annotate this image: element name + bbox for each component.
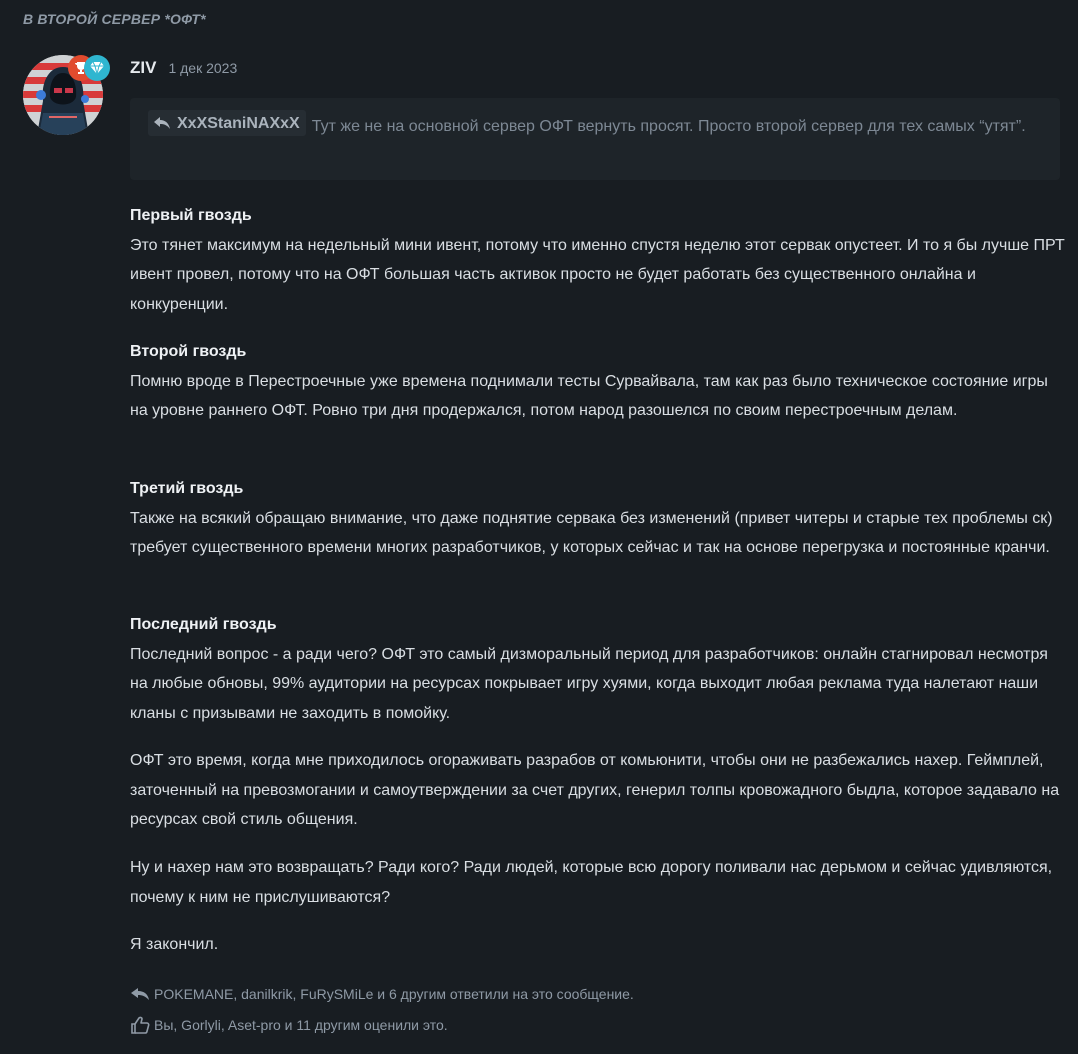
- section-2: Второй гвоздь Помню вроде в Перестроечны…: [130, 337, 1065, 426]
- likes-summary[interactable]: Вы, Gorlyli, Aset-pro и 11 другим оценил…: [130, 1016, 448, 1034]
- replies-summary[interactable]: POKEMANE, danilkrik, FuRySMiLe и 6 други…: [130, 986, 634, 1002]
- section-text: Это тянет максимум на недельный мини иве…: [130, 236, 1065, 313]
- section-heading: Третий гвоздь: [130, 480, 244, 497]
- quote-author-name: XxXStaniNAXxX: [177, 114, 300, 132]
- quote-text[interactable]: Тут же не на основной сервер ОФТ вернуть…: [312, 118, 1026, 135]
- section-text: Также на всякий обращаю внимание, что да…: [130, 509, 1053, 557]
- paragraph: Ну и нахер нам это возвращать? Ради кого…: [130, 859, 1053, 906]
- paragraph: ОФТ это время, когда мне приходилось ого…: [130, 752, 1060, 828]
- thread-heading[interactable]: В ВТОРОЙ СЕРВЕР *ОФТ*: [23, 11, 206, 27]
- section-3: Третий гвоздь Также на всякий обращаю вн…: [130, 474, 1065, 563]
- section-heading: Первый гвоздь: [130, 207, 252, 224]
- author-name[interactable]: ZIV: [130, 58, 156, 78]
- quote-block: XxXStaniNAXxX Тут же не на основной серв…: [130, 98, 1060, 180]
- section-heading: Второй гвоздь: [130, 343, 247, 360]
- paragraph: Я закончил.: [130, 936, 219, 953]
- replies-text: POKEMANE, danilkrik, FuRySMiLe и 6 други…: [154, 986, 634, 1002]
- likes-text: Вы, Gorlyli, Aset-pro и 11 другим оценил…: [154, 1017, 448, 1033]
- section-text: Последний вопрос - а ради чего? ОФТ это …: [130, 645, 1048, 722]
- quote-author-link[interactable]: XxXStaniNAXxX: [148, 110, 306, 136]
- section-text: Помню вроде в Перестроечные уже времена …: [130, 372, 1048, 420]
- post-header: ZIV 1 дек 2023: [130, 58, 237, 78]
- post-date[interactable]: 1 дек 2023: [168, 60, 237, 76]
- thumbs-up-icon: [131, 1016, 150, 1034]
- section-heading: Последний гвоздь: [130, 616, 277, 633]
- diamond-badge-icon[interactable]: [84, 55, 110, 81]
- section-1: Первый гвоздь Это тянет максимум на неде…: [130, 201, 1065, 319]
- reply-arrow-icon: [154, 117, 170, 129]
- section-4: Последний гвоздь Последний вопрос - а ра…: [130, 610, 1065, 728]
- reply-icon: [131, 988, 149, 1000]
